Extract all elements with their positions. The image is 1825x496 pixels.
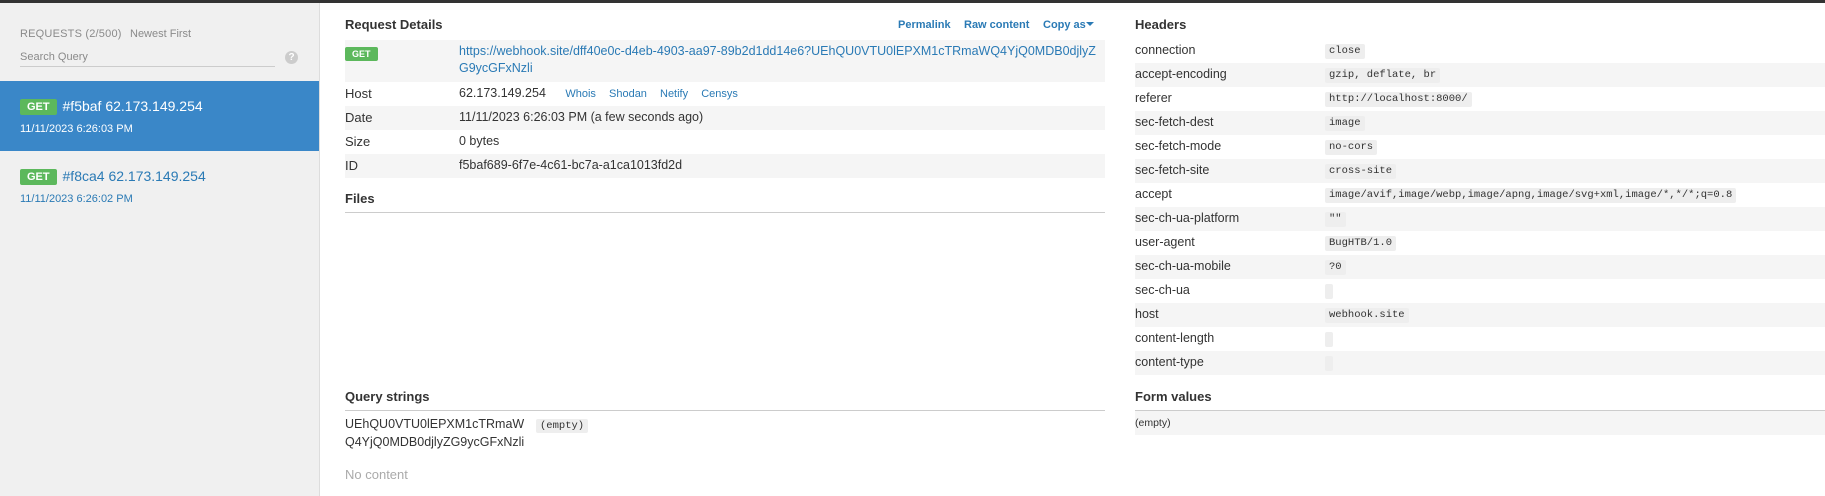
date-label: Date: [345, 110, 373, 125]
sort-toggle[interactable]: Newest First: [130, 28, 191, 40]
request-title: GET #f5baf 62.173.149.254: [20, 98, 203, 115]
header-key: content-type: [1135, 355, 1204, 369]
method-badge: GET: [345, 47, 378, 61]
headers-title: Headers: [1135, 17, 1187, 32]
header-value: BugHTB/1.0: [1325, 236, 1397, 251]
header-key: sec-ch-ua-mobile: [1135, 259, 1231, 273]
header-value: "": [1325, 212, 1346, 227]
header-value: [1325, 356, 1333, 371]
method-badge: GET: [20, 99, 57, 115]
header-key: sec-ch-ua: [1135, 283, 1190, 297]
raw-content-link[interactable]: Raw content: [964, 19, 1029, 31]
files-title: Files: [345, 191, 375, 206]
form-value: (empty): [1135, 417, 1171, 429]
query-key-line2: Q4YjQ0MDB0djlyZG9ycGFxNzli: [345, 435, 525, 449]
copy-as-label: Copy as: [1043, 19, 1086, 31]
header-row: connection close: [1135, 39, 1825, 63]
requests-count: REQUESTS (2/500): [20, 28, 122, 40]
size-row: Size 0 bytes: [345, 130, 1105, 154]
id-row: ID f5baf689-6f7e-4c61-bc7a-a1ca1013fd2d: [345, 154, 1105, 178]
censys-link[interactable]: Censys: [701, 88, 738, 100]
size-value: 0 bytes: [459, 134, 500, 148]
request-time: 11/11/2023 6:26:03 PM: [20, 123, 133, 135]
id-value: f5baf689-6f7e-4c61-bc7a-a1ca1013fd2d: [459, 158, 683, 172]
netify-link[interactable]: Netify: [660, 88, 688, 100]
date-row: Date 11/11/2023 6:26:03 PM (a few second…: [345, 106, 1105, 130]
header-value: webhook.site: [1325, 308, 1409, 323]
header-value: ?0: [1325, 260, 1346, 275]
header-row: sec-fetch-site cross-site: [1135, 159, 1825, 183]
query-value-pill: (empty): [536, 419, 589, 433]
host-label: Host: [345, 86, 372, 101]
header-key: sec-fetch-dest: [1135, 115, 1214, 129]
header-value: http://localhost:8000/: [1325, 92, 1472, 107]
id-label: ID: [345, 158, 358, 173]
header-key: sec-fetch-mode: [1135, 139, 1222, 153]
header-value: [1325, 332, 1333, 347]
header-row: content-length: [1135, 327, 1825, 351]
request-id-ip: #f5baf 62.173.149.254: [62, 98, 203, 114]
header-key: referer: [1135, 91, 1172, 105]
header-row: referer http://localhost:8000/: [1135, 87, 1825, 111]
header-row: content-type: [1135, 351, 1825, 375]
caret-down-icon: [1085, 22, 1094, 26]
header-key: host: [1135, 307, 1159, 321]
no-content-text: No content: [345, 467, 408, 482]
query-key-line1: UEhQU0VTU0lEPXM1cTRmaW: [345, 417, 525, 431]
request-item[interactable]: GET #f8ca4 62.173.149.254 11/11/2023 6:2…: [0, 151, 319, 221]
files-divider: [345, 212, 1105, 213]
header-row: sec-ch-ua-platform "": [1135, 207, 1825, 231]
form-values-title: Form values: [1135, 389, 1212, 404]
search-input[interactable]: [20, 48, 275, 67]
url-row: GET https://webhook.site/dff40e0c-d4eb-4…: [345, 40, 1105, 82]
request-item[interactable]: GET #f5baf 62.173.149.254 11/11/2023 6:2…: [0, 81, 319, 151]
header-row: sec-fetch-dest image: [1135, 111, 1825, 135]
query-divider: [345, 410, 1105, 411]
header-row: user-agent BugHTB/1.0: [1135, 231, 1825, 255]
request-details-title: Request Details: [345, 17, 443, 32]
copy-as-dropdown[interactable]: Copy as: [1043, 19, 1094, 31]
header-row: sec-ch-ua: [1135, 279, 1825, 303]
header-value: image/avif,image/webp,image/apng,image/s…: [1325, 188, 1737, 203]
header-key: user-agent: [1135, 235, 1195, 249]
help-icon[interactable]: ?: [285, 51, 298, 64]
header-value: [1325, 284, 1333, 299]
header-row: accept-encoding gzip, deflate, br: [1135, 63, 1825, 87]
header-key: accept-encoding: [1135, 67, 1227, 81]
header-row: sec-ch-ua-mobile ?0: [1135, 255, 1825, 279]
header-row: sec-fetch-mode no-cors: [1135, 135, 1825, 159]
header-value: no-cors: [1325, 140, 1378, 155]
header-row: host webhook.site: [1135, 303, 1825, 327]
permalink-link[interactable]: Permalink: [898, 19, 951, 31]
request-time: 11/11/2023 6:26:02 PM: [20, 193, 133, 205]
whois-link[interactable]: Whois: [565, 88, 596, 100]
request-url-link[interactable]: https://webhook.site/dff40e0c-d4eb-4903-…: [459, 43, 1104, 77]
header-key: sec-fetch-site: [1135, 163, 1210, 177]
size-label: Size: [345, 134, 371, 149]
header-key: content-length: [1135, 331, 1215, 345]
date-value: 11/11/2023 6:26:03 PM (a few seconds ago…: [459, 110, 704, 124]
header-key: connection: [1135, 43, 1196, 57]
host-row: Host 62.173.149.254 Whois Shodan Netify …: [345, 82, 1105, 106]
header-value: close: [1325, 44, 1365, 59]
header-value: image: [1325, 116, 1365, 131]
header-key: accept: [1135, 187, 1172, 201]
sidebar: REQUESTS (2/500) Newest First ? GET #f5b…: [0, 3, 320, 496]
query-key: UEhQU0VTU0lEPXM1cTRmaW Q4YjQ0MDB0djlyZG9…: [345, 415, 524, 451]
method-badge: GET: [20, 169, 57, 185]
shodan-link[interactable]: Shodan: [609, 88, 647, 100]
host-value: 62.173.149.254: [459, 86, 546, 100]
header-row: accept image/avif,image/webp,image/apng,i…: [1135, 183, 1825, 207]
header-value: cross-site: [1325, 164, 1397, 179]
request-title: GET #f8ca4 62.173.149.254: [20, 168, 206, 185]
header-value: gzip, deflate, br: [1325, 68, 1441, 83]
query-strings-title: Query strings: [345, 389, 430, 404]
form-row: (empty): [1135, 411, 1825, 435]
request-id-ip: #f8ca4 62.173.149.254: [62, 168, 206, 184]
header-key: sec-ch-ua-platform: [1135, 211, 1240, 225]
query-value: (empty): [536, 416, 589, 433]
